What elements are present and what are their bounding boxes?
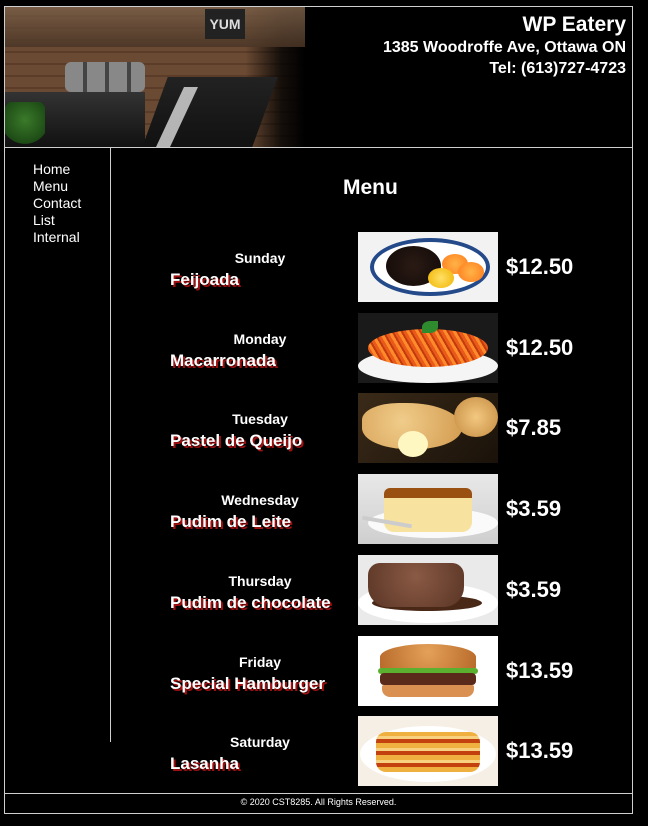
footer-divider	[5, 793, 632, 794]
restaurant-hero-image: YUM	[5, 7, 305, 147]
page-title: Menu	[343, 176, 398, 199]
menu-item: Saturday Lasanha $13.59	[160, 716, 620, 786]
menu-item: Thursday Pudim de chocolate $3.59	[160, 555, 620, 625]
lasanha-photo	[358, 716, 498, 786]
footer-copyright: © 2020 CST8285. All Rights Reserved.	[240, 797, 397, 807]
nav-item-internal[interactable]: Internal	[33, 229, 81, 246]
menu-item: Tuesday Pastel de Queijo $7.85	[160, 393, 620, 463]
menu-item-day: Sunday	[234, 250, 286, 266]
menu-item-day: Tuesday	[232, 411, 288, 427]
menu-item-dish: Pastel de Queijo	[170, 431, 303, 450]
menu-item-day: Wednesday	[221, 492, 299, 508]
menu-item-dish: Pudim de chocolate	[170, 593, 331, 612]
menu-item: Friday Special Hamburger $13.59	[160, 636, 620, 706]
menu-item-price: $3.59	[506, 496, 562, 521]
sidebar: Home Menu Contact List Internal	[5, 148, 111, 742]
menu-item: Wednesday Pudim de Leite $3.59	[160, 474, 620, 544]
pudim-de-chocolate-photo	[358, 555, 498, 625]
hero-sign: YUM	[205, 9, 245, 39]
macarronada-photo	[358, 313, 498, 383]
menu-item-dish: Pudim de Leite	[170, 512, 291, 531]
pastel-de-queijo-photo	[358, 393, 498, 463]
menu-item: Monday Macarronada $12.50	[160, 313, 620, 383]
menu-item-price: $12.50	[506, 335, 574, 360]
header: YUM WP Eatery 1385 Woodroffe Ave, Ottawa…	[5, 7, 632, 147]
feijoada-photo	[358, 232, 498, 302]
nav-item-menu[interactable]: Menu	[33, 178, 81, 195]
menu-item-price: $3.59	[506, 577, 562, 602]
pudim-de-leite-photo	[358, 474, 498, 544]
menu-item-price: $13.59	[506, 738, 574, 763]
hamburger-photo	[358, 636, 498, 706]
menu-item-price: $12.50	[506, 254, 574, 279]
menu-item-dish: Lasanha	[170, 754, 239, 773]
nav-item-contact[interactable]: Contact	[33, 195, 81, 212]
site-address: 1385 Woodroffe Ave, Ottawa ON	[382, 39, 626, 56]
menu-item-day: Friday	[238, 654, 281, 670]
nav-item-home[interactable]: Home	[33, 161, 81, 178]
menu-item-price: $13.59	[506, 658, 574, 683]
brand-block: WP Eatery 1385 Woodroffe Ave, Ottawa ON …	[383, 13, 626, 79]
menu-item-dish: Special Hamburger	[170, 674, 325, 693]
menu-item-day: Thursday	[228, 573, 292, 589]
menu-item: Sunday Feijoada $12.50	[160, 232, 620, 302]
nav-menu: Home Menu Contact List Internal	[33, 161, 81, 246]
menu-item-day: Saturday	[230, 734, 290, 750]
menu-item-dish: Feijoada	[170, 270, 239, 289]
menu-item-dish: Macarronada	[170, 351, 276, 370]
menu-item-price: $7.85	[506, 415, 562, 440]
menu-item-day: Monday	[233, 331, 287, 347]
site-phone: Tel: (613)727-4723	[489, 60, 626, 77]
site-name: WP Eatery	[522, 13, 627, 36]
nav-item-list[interactable]: List	[33, 212, 81, 229]
